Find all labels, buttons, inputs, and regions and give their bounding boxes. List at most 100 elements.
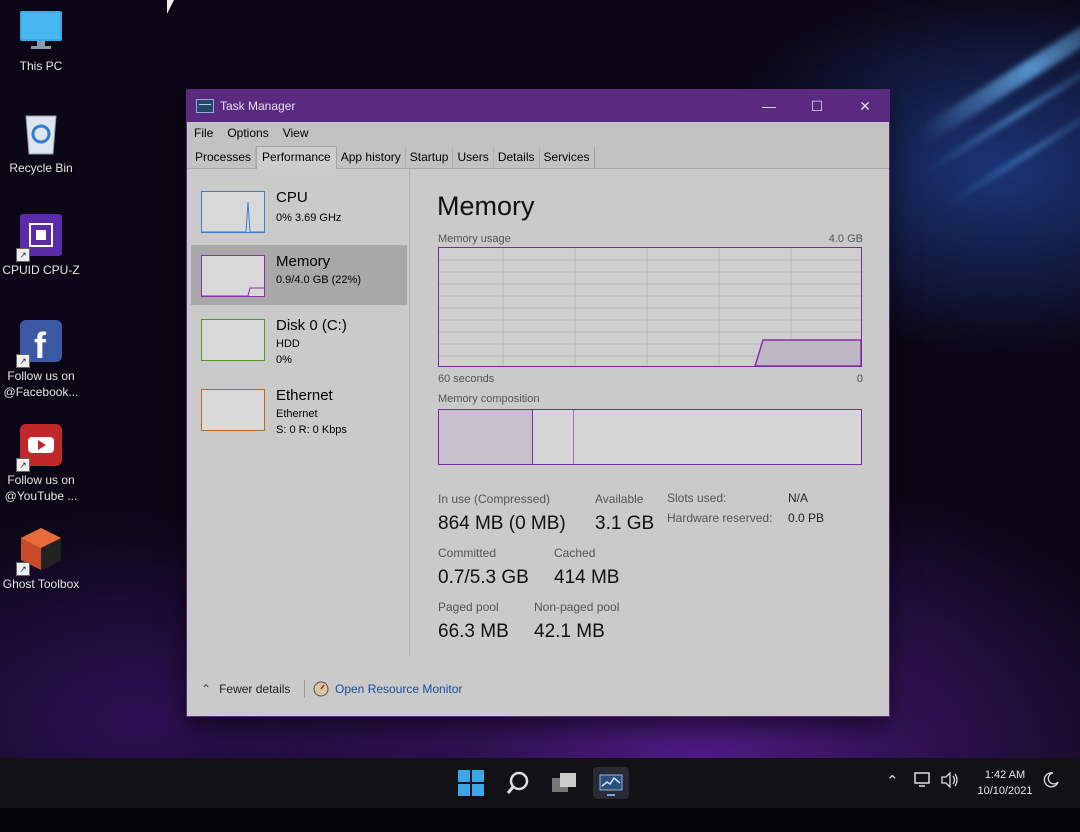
window-footer: ⌃ Fewer details Open Resource Monitor (187, 656, 889, 716)
start-button[interactable] (455, 767, 487, 799)
menu-options[interactable]: Options (220, 126, 275, 140)
tab-processes[interactable]: Processes (191, 147, 257, 168)
shortcut-arrow-icon: ↗ (16, 562, 30, 576)
cpu-thumbnail-graph (201, 191, 265, 233)
chevron-up-icon[interactable]: ⌃ (886, 772, 899, 790)
resource-item-memory[interactable]: Memory 0.9/4.0 GB (22%) (191, 245, 407, 305)
cpu-chip-icon: ↗ (16, 212, 64, 262)
detail-title: Memory (437, 191, 535, 221)
fewer-details-button[interactable]: ⌃ Fewer details (201, 682, 290, 696)
menu-bar: File Options View (187, 122, 889, 144)
task-manager-icon (599, 774, 623, 796)
shortcut-arrow-icon: ↗ (16, 354, 30, 368)
desktop-icon-ghost-toolbox[interactable]: ↗ Ghost Toolbox (0, 526, 82, 592)
system-clock[interactable]: 1:42 AM 10/10/2021 (970, 767, 1040, 799)
facebook-icon: f ↗ (16, 318, 64, 368)
resource-detail-2: 0% (276, 354, 292, 366)
desktop-icon-youtube[interactable]: ↗ Follow us on @YouTube ... (0, 422, 82, 504)
cached-label: Cached (554, 546, 596, 560)
recycle-bin-icon (18, 110, 64, 156)
composition-modified (531, 410, 574, 464)
resource-detail-2: S: 0 R: 0 Kbps (276, 424, 347, 436)
svg-text:f: f (34, 325, 47, 364)
minimize-button[interactable]: — (745, 90, 793, 122)
desktop-icon-facebook[interactable]: f ↗ Follow us on @Facebook... (0, 318, 82, 400)
windows-logo-icon (458, 770, 484, 796)
taskbar-task-manager[interactable] (593, 767, 629, 799)
shortcut-arrow-icon: ↗ (16, 248, 30, 262)
tab-users[interactable]: Users (453, 147, 494, 168)
resource-monitor-icon (313, 681, 329, 697)
shortcut-arrow-icon: ↗ (16, 458, 30, 472)
fewer-details-label: Fewer details (219, 682, 291, 696)
focus-assist-moon-icon[interactable] (1043, 772, 1059, 792)
committed-value: 0.7/5.3 GB (438, 567, 529, 588)
in-use-value: 864 MB (0 MB) (438, 513, 566, 534)
resource-item-cpu[interactable]: CPU 0% 3.69 GHz (191, 181, 407, 241)
resource-name: Memory (276, 253, 331, 270)
task-view-icon (552, 773, 576, 792)
desktop-icon-this-pc[interactable]: This PC (0, 8, 82, 74)
desktop-icon-label: This PC (19, 59, 63, 73)
footer-divider (304, 680, 305, 698)
slots-used-value: N/A (788, 491, 809, 505)
resource-detail: 0.9/4.0 GB (22%) (276, 274, 361, 286)
usage-graph-max: 4.0 GB (828, 233, 863, 245)
window-title: Task Manager (220, 99, 296, 113)
memory-thumbnail-graph (201, 255, 265, 297)
close-button[interactable]: ✕ (841, 90, 889, 122)
resource-item-disk[interactable]: Disk 0 (C:) HDD 0% (191, 309, 407, 369)
computer-monitor-icon (18, 8, 64, 54)
paged-pool-label: Paged pool (438, 600, 499, 614)
desktop-icon-label: Follow us on @Facebook... (3, 369, 79, 399)
menu-view[interactable]: View (276, 126, 316, 140)
task-manager-window: Task Manager — ☐ ✕ File Options View Pro… (187, 90, 889, 716)
clock-date: 10/10/2021 (977, 785, 1033, 797)
ethernet-thumbnail-graph (201, 389, 265, 431)
composition-label: Memory composition (438, 393, 540, 405)
open-resource-monitor-link[interactable]: Open Resource Monitor (313, 681, 462, 697)
desktop-icon-label: CPUID CPU-Z (2, 263, 80, 277)
tab-app-history[interactable]: App history (337, 147, 406, 168)
desktop-icon-cpuz[interactable]: ↗ CPUID CPU-Z (0, 212, 82, 278)
resource-item-ethernet[interactable]: Ethernet Ethernet S: 0 R: 0 Kbps (191, 379, 407, 439)
hardware-reserved-label: Hardware reserved: (667, 511, 773, 525)
desktop-icon-recycle-bin[interactable]: Recycle Bin (0, 110, 82, 176)
available-label: Available (595, 492, 644, 506)
graph-time-end: 0 (856, 373, 863, 385)
task-view-button[interactable] (548, 767, 580, 799)
desktop-icon-label: Ghost Toolbox (2, 577, 80, 591)
composition-in-use (439, 410, 533, 464)
tab-services[interactable]: Services (540, 147, 595, 168)
resource-name: Ethernet (276, 387, 333, 404)
search-button[interactable] (502, 767, 534, 799)
memory-detail-pane: Memory Memory usage 4.0 GB 60 seconds 0 … (425, 169, 889, 656)
network-icon[interactable] (914, 772, 932, 792)
mouse-cursor-icon (167, 0, 174, 14)
resource-detail: 0% 3.69 GHz (276, 212, 342, 224)
in-use-label: In use (Compressed) (438, 492, 551, 506)
committed-label: Committed (438, 546, 497, 560)
title-bar[interactable]: Task Manager — ☐ ✕ (187, 90, 889, 122)
tab-performance[interactable]: Performance (256, 146, 337, 169)
usage-graph-label: Memory usage (438, 233, 511, 245)
resource-monitor-label: Open Resource Monitor (335, 682, 463, 696)
cached-value: 414 MB (554, 567, 620, 588)
taskbar: ⌃ 1:42 AM 10/10/2021 (0, 758, 1080, 808)
graph-time-span: 60 seconds (438, 373, 495, 385)
tab-startup[interactable]: Startup (406, 147, 454, 168)
menu-file[interactable]: File (187, 126, 220, 140)
resource-list: CPU 0% 3.69 GHz Memory 0.9/4.0 GB (22%) … (187, 169, 410, 656)
memory-usage-graph (438, 247, 862, 367)
tab-details[interactable]: Details (494, 147, 540, 168)
volume-icon[interactable] (941, 771, 959, 792)
paged-pool-value: 66.3 MB (438, 621, 509, 642)
resource-detail: Ethernet (276, 408, 318, 420)
available-value: 3.1 GB (595, 513, 655, 534)
memory-usage-area (753, 339, 862, 367)
non-paged-pool-value: 42.1 MB (534, 621, 605, 642)
non-paged-pool-label: Non-paged pool (534, 600, 620, 614)
maximize-button[interactable]: ☐ (793, 90, 841, 122)
performance-content: CPU 0% 3.69 GHz Memory 0.9/4.0 GB (22%) … (187, 169, 889, 716)
search-icon (506, 771, 529, 794)
